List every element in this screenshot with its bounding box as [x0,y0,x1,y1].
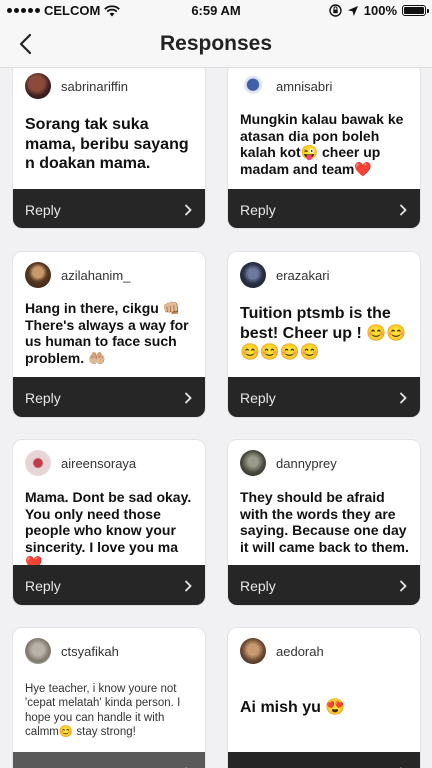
response-card: azilahanim_ Hang in there, cikgu 👊🏼 Ther… [12,251,206,418]
username[interactable]: aedorah [276,644,324,659]
status-right: 100% [329,3,429,18]
chevron-right-icon [185,204,192,215]
reply-label: Reply [240,765,276,768]
avatar[interactable] [240,638,266,664]
response-text: They should be afraid with the words the… [240,489,409,555]
response-text: Hye teacher, i know youre not 'cepat mel… [25,683,181,739]
chevron-right-icon [400,204,407,215]
back-button[interactable] [12,29,42,59]
status-bar: CELCOM 6:59 AM 100% [0,0,432,22]
reply-button[interactable]: Reply [13,565,205,605]
avatar[interactable] [240,262,266,288]
reply-button[interactable]: Reply [13,752,205,768]
username[interactable]: sabrinariffin [61,79,128,94]
username[interactable]: amnisabri [276,79,332,94]
reply-button[interactable]: Reply [13,377,205,417]
response-text: Sorang tak suka mama, beribu sayang n do… [25,116,189,173]
username[interactable]: ctsyafikah [61,644,119,659]
avatar[interactable] [25,262,51,288]
card-header: sabrinariffin [25,73,128,99]
reply-label: Reply [25,389,61,406]
response-text: Tuition ptsmb is the best! Cheer up ! 😊😊… [240,305,407,362]
reply-label: Reply [25,577,61,594]
response-card: sabrinariffin Sorang tak suka mama, beri… [12,68,206,229]
username[interactable]: aireensoraya [61,456,136,471]
response-text: Mungkin kalau bawak ke atasan dia pon bo… [240,111,404,177]
reply-label: Reply [240,389,276,406]
card-header: ctsyafikah [25,638,119,664]
response-card: aedorah Ai mish yu 😍 Reply [227,627,421,768]
username[interactable]: dannyprey [276,456,337,471]
response-card: dannyprey They should be afraid with the… [227,439,421,606]
response-card: aireensoraya Mama. Dont be sad okay. You… [12,439,206,606]
avatar[interactable] [25,638,51,664]
card-header: aireensoraya [25,450,136,476]
response-text: Mama. Dont be sad okay. You only need th… [25,489,192,572]
response-text: Ai mish yu 😍 [240,699,346,716]
chevron-right-icon [185,580,192,591]
orientation-lock-icon [329,4,342,17]
card-header: azilahanim_ [25,262,130,288]
card-header: aedorah [240,638,324,664]
card-header: erazakari [240,262,329,288]
username[interactable]: azilahanim_ [61,268,130,283]
page-title: Responses [159,32,273,55]
reply-label: Reply [25,765,61,768]
reply-button[interactable]: Reply [228,377,420,417]
reply-button[interactable]: Reply [13,189,205,228]
response-card: erazakari Tuition ptsmb is the best! Che… [227,251,421,418]
reply-label: Reply [25,201,61,218]
chevron-right-icon [400,580,407,591]
chevron-left-icon [19,33,32,55]
avatar[interactable] [240,450,266,476]
card-header: amnisabri [240,73,332,99]
card-header: dannyprey [240,450,337,476]
reply-button[interactable]: Reply [228,752,420,768]
battery-percent: 100% [363,3,397,18]
battery-icon [402,5,429,16]
chevron-right-icon [185,392,192,403]
response-text: Hang in there, cikgu 👊🏼 There's always a… [25,300,189,366]
chevron-right-icon [400,392,407,403]
response-card: ctsyafikah Hye teacher, i know youre not… [12,627,206,768]
username[interactable]: erazakari [276,268,329,283]
avatar[interactable] [25,73,51,99]
reply-label: Reply [240,201,276,218]
reply-button[interactable]: Reply [228,189,420,228]
avatar[interactable] [25,450,51,476]
responses-grid: sabrinariffin Sorang tak suka mama, beri… [0,68,432,768]
nav-bar: Responses [0,22,432,68]
location-icon [347,5,358,16]
response-card: amnisabri Mungkin kalau bawak ke atasan … [227,68,421,229]
avatar[interactable] [240,73,266,99]
reply-button[interactable]: Reply [228,565,420,605]
reply-label: Reply [240,577,276,594]
